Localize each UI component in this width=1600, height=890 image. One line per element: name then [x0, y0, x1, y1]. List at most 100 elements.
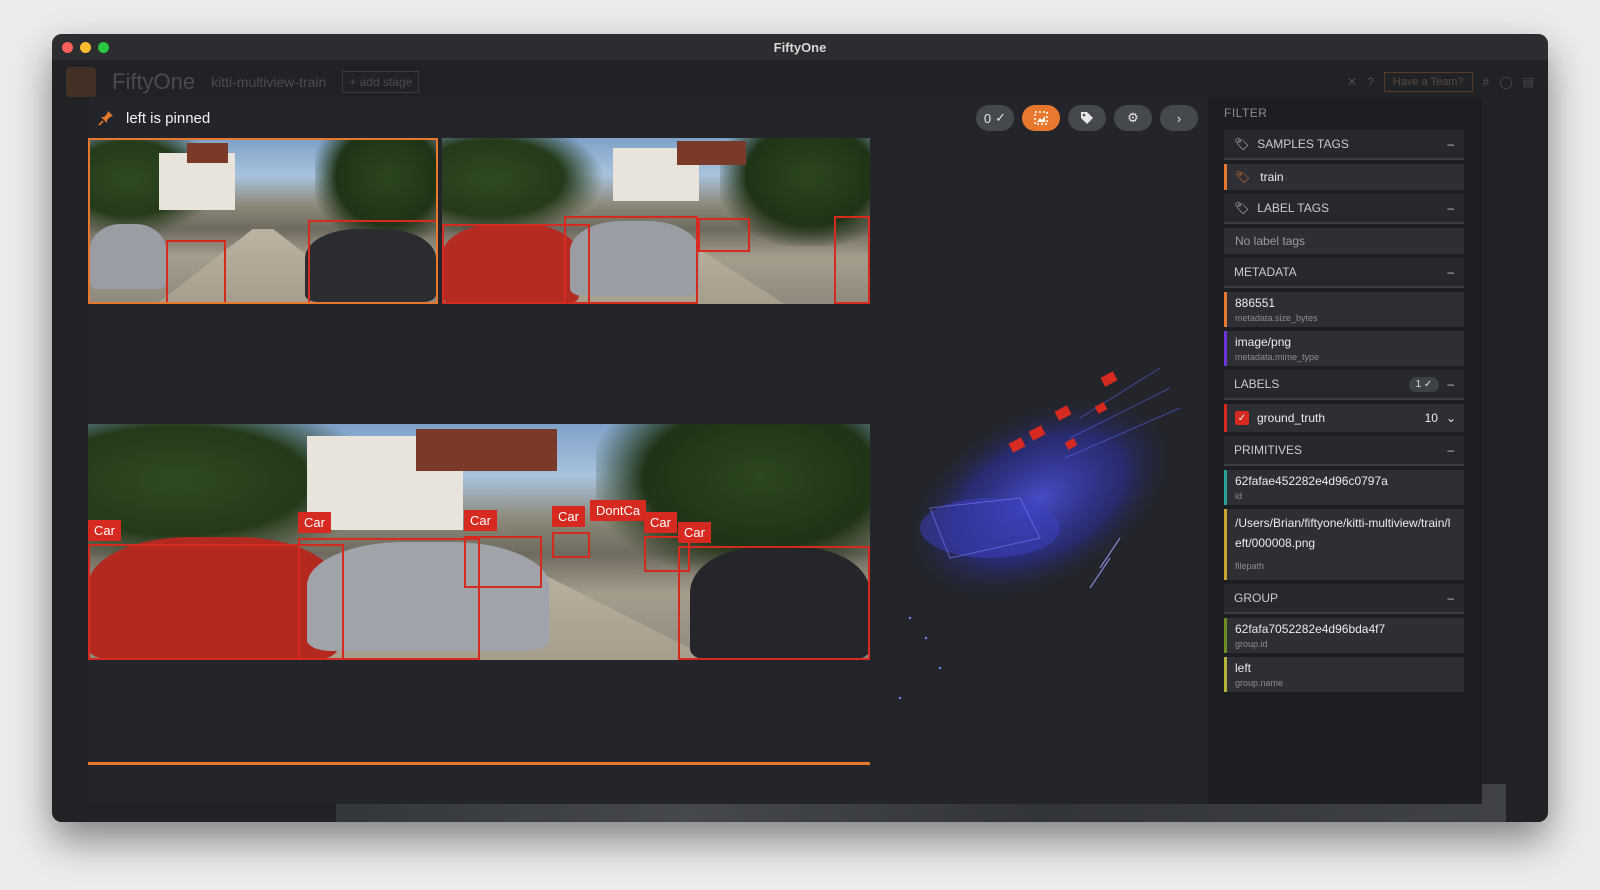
sample-modal: left is pinned 0 ✓ ⚙ › Car Car Car Car D…	[88, 98, 1482, 804]
modal-header: left is pinned 0 ✓ ⚙ ›	[88, 98, 1208, 138]
detection-label: Car	[298, 512, 331, 533]
collapse-icon[interactable]: –	[1447, 591, 1454, 605]
minimize-window-button[interactable]	[80, 42, 91, 53]
window-controls	[62, 42, 109, 53]
label-tags-header[interactable]: 🏷 LABEL TAGS –	[1224, 194, 1464, 224]
tag-icon: 🏷	[1235, 170, 1251, 184]
close-icon: ✕	[1347, 75, 1358, 89]
next-button[interactable]: ›	[1160, 105, 1198, 131]
primitives-header[interactable]: PRIMITIVES –	[1224, 436, 1464, 466]
fiftyone-logo-icon	[66, 67, 96, 97]
slack-icon: #	[1482, 75, 1490, 89]
group-title: GROUP	[1234, 591, 1279, 605]
filter-title: FILTER	[1224, 106, 1268, 120]
team-button: Have a Team?	[1383, 72, 1473, 92]
labels-badge[interactable]: 1 ✓	[1408, 376, 1440, 392]
id-field: 62fafae452282e4d96c0797a id	[1224, 470, 1464, 505]
pin-icon[interactable]	[98, 110, 114, 126]
field-name: filepath	[1235, 561, 1265, 571]
maximize-window-button[interactable]	[98, 42, 109, 53]
samples-tags-header[interactable]: 🏷 SAMPLES TAGS –	[1224, 130, 1464, 160]
detection-label: Car	[464, 510, 497, 531]
ground-truth-count: 10	[1424, 411, 1438, 425]
metadata-title: METADATA	[1234, 265, 1297, 279]
docs-icon: ▤	[1522, 75, 1534, 89]
collapse-icon[interactable]: –	[1447, 443, 1454, 457]
ground-truth-label: ground_truth	[1257, 411, 1326, 425]
close-window-button[interactable]	[62, 42, 73, 53]
field-name: group.name	[1235, 678, 1284, 688]
metadata-size-field: 886551 metadata.size_bytes	[1224, 292, 1464, 327]
sample-tag-label: train	[1260, 170, 1284, 184]
chevron-down-icon[interactable]: ⌄	[1446, 411, 1456, 425]
labels-header[interactable]: LABELS 1 ✓ –	[1224, 370, 1464, 400]
tag-icon: 🏷	[1234, 201, 1250, 215]
detection-label: Car	[88, 520, 121, 541]
main-image-view[interactable]: Car Car Car Car DontCa Car Car	[88, 424, 870, 660]
bounding-box[interactable]	[298, 538, 480, 660]
add-stage-button: + add stage	[342, 71, 420, 93]
detection-label: Car	[644, 512, 677, 533]
tag-icon	[1081, 112, 1093, 124]
field-value: 62fafae452282e4d96c0797a	[1235, 474, 1388, 488]
roof	[186, 143, 229, 163]
bounding-box[interactable]	[678, 546, 870, 660]
window-title: FiftyOne	[773, 39, 827, 55]
group-header[interactable]: GROUP –	[1224, 584, 1464, 614]
collapse-icon[interactable]: –	[1447, 201, 1454, 215]
primitives-title: PRIMITIVES	[1234, 443, 1303, 457]
select-label-button[interactable]	[1022, 105, 1060, 131]
bounding-box[interactable]	[464, 536, 542, 588]
metadata-header[interactable]: METADATA –	[1224, 258, 1464, 288]
samples-tags-title: SAMPLES TAGS	[1257, 137, 1349, 151]
modal-bottom-border	[88, 762, 870, 765]
filepath-field: /Users/Brian/fiftyone/kitti-multiview/tr…	[1224, 509, 1464, 580]
field-name: group.id	[1235, 639, 1268, 649]
field-value: left	[1235, 661, 1252, 675]
field-name: metadata.mime_type	[1235, 352, 1320, 362]
field-value: 62fafa7052282e4d96bda4f7	[1235, 622, 1386, 636]
selected-count: 0	[983, 110, 992, 126]
roof	[416, 428, 558, 472]
pinned-label: left is pinned	[126, 109, 211, 127]
bounding-box	[834, 216, 870, 304]
field-name: metadata.size_bytes	[1235, 313, 1318, 323]
field-value: /Users/Brian/fiftyone/kitti-multiview/tr…	[1235, 516, 1451, 550]
ground-truth-field[interactable]: ✓ ground_truth 10 ⌄	[1224, 404, 1464, 432]
point-cloud-view[interactable]	[870, 138, 1208, 764]
selected-count-button[interactable]: 0 ✓	[975, 105, 1014, 131]
left-view-thumbnail[interactable]	[88, 138, 438, 304]
detection-label: DontCa	[590, 500, 647, 521]
title-bar: FiftyOne	[52, 34, 1548, 60]
metadata-mime-field: image/png metadata.mime_type	[1224, 331, 1464, 366]
bounding-box	[698, 218, 750, 252]
github-icon: ◯	[1499, 75, 1513, 89]
tag-icon: 🏷	[1234, 137, 1250, 151]
right-view-thumbnail[interactable]	[442, 138, 870, 304]
sample-tag-item[interactable]: 🏷 train	[1224, 164, 1464, 190]
help-icon: ?	[1367, 75, 1374, 89]
field-name: id	[1235, 491, 1243, 501]
settings-button[interactable]: ⚙	[1114, 105, 1152, 131]
tag-button[interactable]	[1068, 105, 1106, 131]
group-id-field: 62fafa7052282e4d96bda4f7 group.id	[1224, 618, 1464, 653]
chevron-right-icon: ›	[1176, 110, 1182, 126]
collapse-icon[interactable]: –	[1447, 137, 1454, 151]
collapse-icon[interactable]: –	[1447, 377, 1454, 391]
group-name-field: left group.name	[1224, 657, 1464, 692]
background-brand: FiftyOne	[112, 69, 196, 94]
car	[90, 224, 167, 290]
bounding-box[interactable]	[552, 532, 590, 558]
point-cloud	[898, 367, 1181, 700]
bounding-box	[564, 216, 698, 304]
bounding-box	[308, 220, 436, 302]
field-value: image/png	[1235, 335, 1292, 349]
label-tags-title: LABEL TAGS	[1257, 201, 1330, 215]
detection-label: Car	[552, 506, 585, 527]
ground-truth-checkbox[interactable]: ✓	[1235, 411, 1249, 425]
collapse-icon[interactable]: –	[1447, 265, 1454, 279]
field-value: 886551	[1235, 296, 1276, 310]
filter-sidebar: FILTER 🏷 SAMPLES TAGS – 🏷 train 🏷 LABEL TA…	[1208, 98, 1482, 804]
no-label-tags: No label tags	[1224, 228, 1464, 254]
modal-toolbar: 0 ✓ ⚙ ›	[975, 105, 1198, 131]
